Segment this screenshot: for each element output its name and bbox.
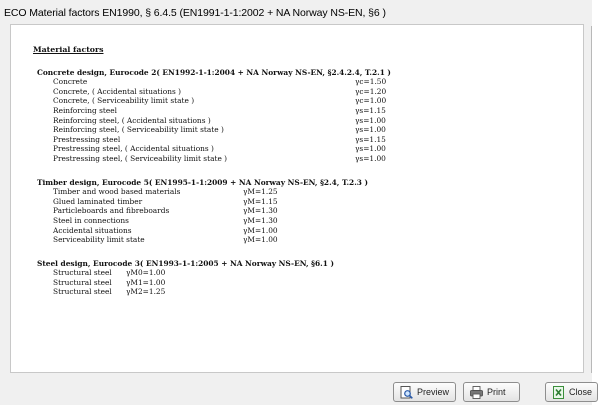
factor-name: Reinforcing steel, ( Accidental situatio…: [53, 115, 211, 125]
factor-name: Reinforcing steel, ( Serviceability limi…: [53, 125, 224, 135]
factor-row: Concrete γc=1.50: [33, 77, 391, 87]
factor-row: Reinforcing steel, ( Serviceability limi…: [33, 125, 391, 135]
material-factors-window: ECO Material factors EN1990, § 6.4.5 (EN…: [0, 0, 598, 405]
factor-row: Reinforcing steel, ( Accidental situatio…: [33, 116, 391, 126]
factor-value: γM=1.00: [243, 235, 278, 245]
factor-name: Structural steel: [53, 287, 112, 297]
print-button-label: Print: [487, 387, 506, 397]
factor-value: γs=1.00: [355, 125, 386, 135]
preview-icon: [400, 385, 413, 399]
factor-value: γM=1.25: [243, 187, 278, 197]
factor-name: Steel in connections: [53, 215, 129, 225]
close-button[interactable]: Close: [545, 382, 598, 402]
print-button[interactable]: Print: [463, 382, 520, 402]
factor-value: γM=1.30: [243, 215, 278, 225]
factor-value: γM2=1.25: [126, 287, 166, 297]
factor-name: Serviceability limit state: [53, 235, 145, 245]
factor-name: Structural steel: [53, 277, 112, 287]
factor-name: Prestressing steel, ( Serviceability lim…: [53, 153, 228, 163]
factor-value: γM0=1.00: [126, 268, 166, 278]
close-button-label: Close: [569, 387, 593, 397]
factor-row: Serviceability limit state γM=1.00: [33, 235, 391, 245]
factor-value: γc=1.20: [355, 86, 387, 96]
preview-button[interactable]: Preview: [393, 382, 456, 402]
factor-name: Structural steel: [53, 268, 112, 278]
factor-name: Glued laminated timber: [53, 196, 143, 206]
factor-row: Structural steel γM0=1.00: [33, 268, 391, 278]
report-content: Material factors Concrete design, Euroco…: [33, 45, 391, 311]
factor-row: Concrete, ( Serviceability limit state )…: [33, 96, 391, 106]
window-title: ECO Material factors EN1990, § 6.4.5 (EN…: [4, 7, 386, 19]
factor-value: γc=1.50: [355, 77, 387, 87]
factor-row: Prestressing steel, ( Serviceability lim…: [33, 154, 391, 164]
steel-section: Steel design, Eurocode 3( EN1993-1-1:200…: [33, 259, 391, 297]
printer-icon: [470, 385, 483, 399]
factor-value: γs=1.00: [355, 153, 386, 163]
button-bar: Preview Print Close: [0, 373, 598, 405]
factor-name: Concrete: [53, 77, 88, 87]
factor-value: γc=1.00: [355, 96, 387, 106]
factor-row: Particleboards and fibreboards γM=1.30: [33, 206, 391, 216]
factor-row: Structural steel γM1=1.00: [33, 278, 391, 288]
section-title: Concrete design, Eurocode 2( EN1992-1-1:…: [37, 67, 391, 77]
factor-row: Prestressing steel, ( Accidental situati…: [33, 144, 391, 154]
factor-name: Prestressing steel: [53, 134, 121, 144]
factor-name: Concrete, ( Serviceability limit state ): [53, 96, 195, 106]
section-title: Timber design, Eurocode 5( EN1995-1-1:20…: [37, 177, 368, 187]
title-bar: ECO Material factors EN1990, § 6.4.5 (EN…: [0, 0, 592, 26]
close-icon: [552, 385, 565, 399]
section-title: Steel design, Eurocode 3( EN1993-1-1:200…: [37, 258, 334, 268]
factor-name: Concrete, ( Accidental situations ): [53, 86, 181, 96]
factor-name: Timber and wood based materials: [53, 187, 181, 197]
factor-name: Reinforcing steel: [53, 105, 117, 115]
factor-name: Particleboards and fibreboards: [53, 206, 170, 216]
factor-row: Glued laminated timber γM=1.15: [33, 197, 391, 207]
factor-value: γs=1.00: [355, 115, 386, 125]
factor-row: Timber and wood based materials γM=1.25: [33, 187, 391, 197]
preview-button-label: Preview: [417, 387, 450, 397]
factor-row: Concrete, ( Accidental situations ) γc=1.…: [33, 87, 391, 97]
factor-value: γs=1.00: [355, 144, 386, 154]
factor-row: Steel in connections γM=1.30: [33, 216, 391, 226]
factor-value: γM=1.00: [243, 225, 278, 235]
concrete-section: Concrete design, Eurocode 2( EN1992-1-1:…: [33, 68, 391, 164]
factor-row: Reinforcing steel γs=1.15: [33, 106, 391, 116]
factor-value: γs=1.15: [355, 105, 386, 115]
factor-name: Accidental situations: [53, 225, 132, 235]
factor-name: Prestressing steel, ( Accidental situati…: [53, 144, 214, 154]
report-heading: Material factors: [33, 45, 104, 54]
factor-row: Accidental situations γM=1.00: [33, 226, 391, 236]
factor-value: γM1=1.00: [126, 277, 166, 287]
factor-value: γM=1.30: [243, 206, 278, 216]
timber-section: Timber design, Eurocode 5( EN1995-1-1:20…: [33, 178, 391, 245]
factor-row: Structural steel γM2=1.25: [33, 287, 391, 297]
factor-value: γs=1.15: [355, 134, 386, 144]
report-viewer[interactable]: Material factors Concrete design, Euroco…: [10, 24, 584, 373]
factor-value: γM=1.15: [243, 196, 278, 206]
factor-row: Prestressing steel γs=1.15: [33, 135, 391, 145]
